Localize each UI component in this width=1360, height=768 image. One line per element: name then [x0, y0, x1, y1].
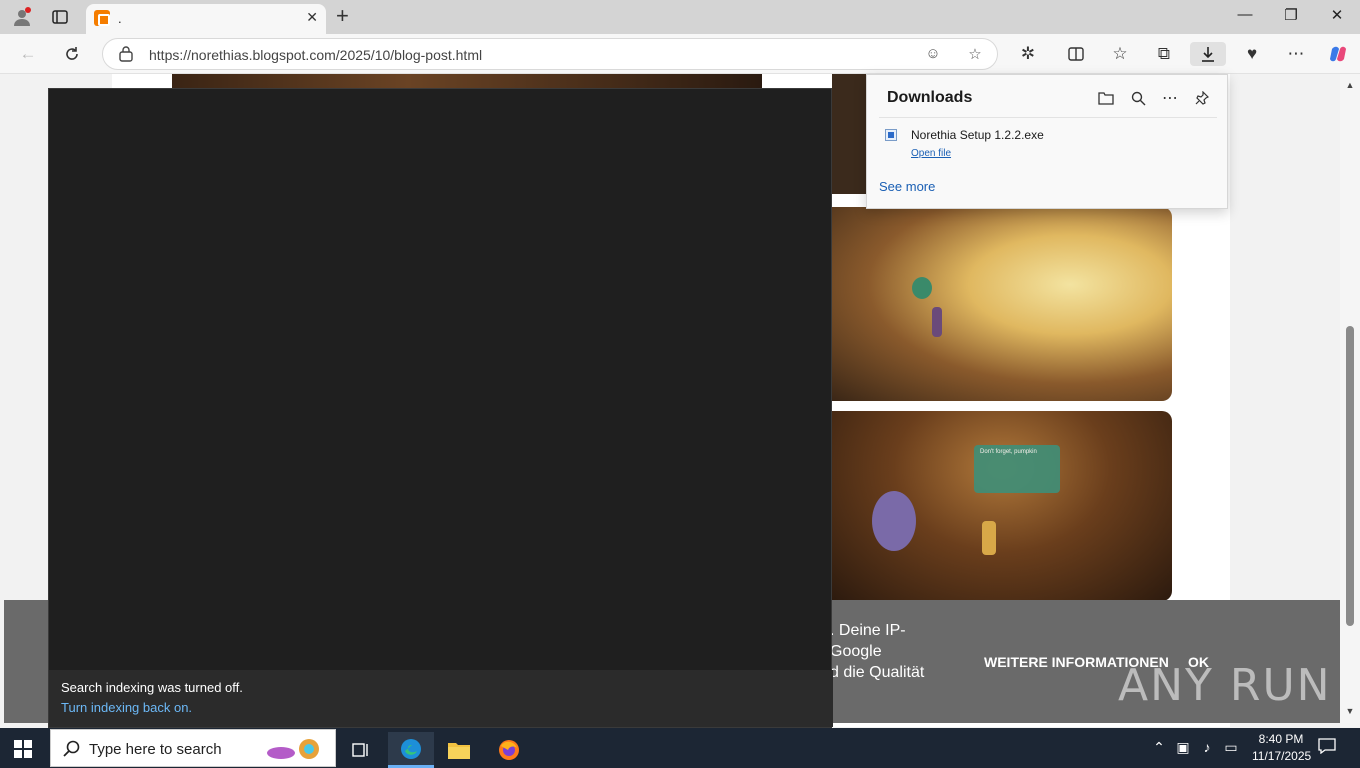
firefox-icon[interactable] [486, 732, 532, 768]
task-view-icon[interactable] [338, 732, 384, 768]
split-screen-icon[interactable] [1064, 42, 1088, 66]
lock-icon[interactable] [119, 46, 133, 62]
more-options-icon[interactable]: ⋯ [1159, 87, 1181, 109]
meet-now-icon[interactable]: ▣ [1174, 738, 1192, 756]
volume-icon[interactable]: ♪ [1198, 738, 1216, 756]
character-figure [982, 521, 996, 555]
tab-title: . [118, 11, 122, 26]
downloads-flyout: Downloads ⋯ Norethia Setup 1.2.2.exe Ope… [866, 74, 1228, 209]
restore-button[interactable]: ❐ [1268, 6, 1314, 24]
system-clock[interactable]: 8:40 PM 11/17/2025 [1252, 731, 1312, 765]
character-figure [932, 307, 942, 337]
browser-essentials-icon[interactable]: ♥ [1240, 42, 1264, 66]
game-screenshot-2: Don't forget, pumpkin [832, 411, 1172, 601]
cookie-text-line: d die Qualität [830, 664, 925, 681]
anyrun-watermark: ANY RUN [1118, 660, 1332, 711]
favorite-star-icon[interactable]: ☆ [965, 45, 985, 65]
windows-search-panel: Search indexing was turned off. Turn ind… [48, 88, 833, 728]
see-more-link[interactable]: See more [879, 179, 935, 194]
tab-actions-icon[interactable] [48, 5, 72, 29]
profile-icon[interactable] [10, 5, 34, 29]
start-button[interactable] [14, 740, 32, 758]
vertical-scrollbar[interactable]: ▲ ▼ [1340, 74, 1360, 727]
scroll-thumb[interactable] [1346, 326, 1354, 626]
download-file-name[interactable]: Norethia Setup 1.2.2.exe [911, 128, 1044, 142]
notifications-icon[interactable] [1318, 738, 1336, 756]
installer-file-icon [885, 129, 897, 141]
cookie-text: . Deine IP- Google d die Qualität [830, 620, 924, 683]
browser-tab-bar: . ✕ + — ❐ ✕ [0, 0, 1360, 34]
divider [879, 117, 1217, 118]
refresh-button[interactable] [60, 42, 84, 66]
network-icon[interactable]: ▭ [1222, 738, 1240, 756]
downloads-title: Downloads [887, 89, 973, 106]
search-indexing-notice: Search indexing was turned off. Turn ind… [49, 670, 833, 727]
browser-toolbar: ← https://norethias.blogspot.com/2025/10… [0, 34, 1360, 74]
open-file-link[interactable]: Open file [911, 148, 951, 159]
taskbar-search-box[interactable]: Type here to search [50, 729, 336, 767]
extensions-icon[interactable]: ✲ [1016, 42, 1040, 66]
windows-taskbar: Type here to search ⌃ ▣ ♪ ▭ 8:40 PM 11/1… [0, 728, 1360, 768]
screenshot-image-top [832, 74, 868, 194]
character-figure [872, 491, 916, 551]
search-highlight-icon [267, 739, 319, 759]
close-tab-icon[interactable]: ✕ [306, 9, 318, 26]
file-explorer-icon[interactable] [436, 732, 482, 768]
copilot-icon[interactable] [1326, 42, 1350, 66]
minimize-button[interactable]: — [1222, 6, 1268, 23]
game-menu-title: Don't forget, pumpkin [980, 449, 1037, 455]
search-icon[interactable] [1127, 87, 1149, 109]
reading-mode-icon[interactable]: ☺ [923, 45, 943, 65]
search-placeholder: Type here to search [89, 741, 222, 758]
scroll-up-arrow[interactable]: ▲ [1344, 80, 1356, 90]
cookie-text-line: . Deine IP- [830, 622, 906, 639]
blogger-icon [94, 10, 110, 26]
url-text[interactable]: https://norethias.blogspot.com/2025/10/b… [149, 47, 482, 63]
game-menu-panel: Don't forget, pumpkin [974, 445, 1060, 493]
address-bar[interactable]: https://norethias.blogspot.com/2025/10/b… [102, 38, 998, 70]
indexing-message: Search indexing was turned off. [61, 680, 243, 695]
game-screenshot-1 [832, 207, 1172, 401]
clock-time: 8:40 PM [1258, 732, 1304, 746]
character-figure [912, 277, 932, 299]
collections-icon[interactable]: ⧉ [1152, 42, 1176, 66]
pin-icon[interactable] [1191, 87, 1213, 109]
back-button[interactable]: ← [16, 42, 40, 66]
close-window-button[interactable]: ✕ [1314, 6, 1360, 24]
open-folder-icon[interactable] [1095, 87, 1117, 109]
favorites-icon[interactable]: ☆ [1108, 42, 1132, 66]
tab-active[interactable]: . ✕ [86, 4, 326, 34]
turn-indexing-on-link[interactable]: Turn indexing back on. [61, 700, 192, 715]
new-tab-button[interactable]: + [336, 5, 349, 27]
hero-image [172, 74, 762, 88]
edge-taskbar-icon[interactable] [388, 732, 434, 768]
clock-date: 11/17/2025 [1252, 749, 1312, 763]
search-icon [63, 740, 80, 757]
scroll-down-arrow[interactable]: ▼ [1344, 706, 1356, 716]
show-hidden-icons-icon[interactable]: ⌃ [1150, 738, 1168, 756]
cookie-text-line: Google [830, 643, 882, 660]
settings-more-icon[interactable]: ⋯ [1284, 42, 1308, 66]
downloads-icon[interactable] [1190, 42, 1226, 66]
